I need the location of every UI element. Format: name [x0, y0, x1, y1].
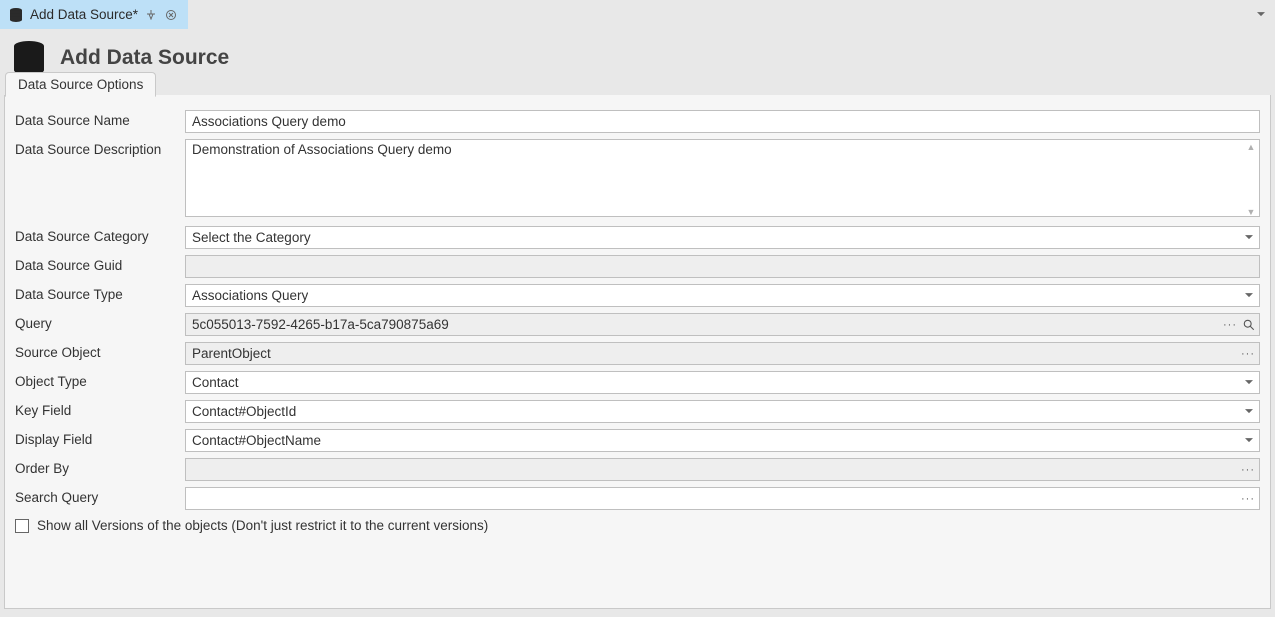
label-search-query: Search Query: [15, 487, 185, 505]
form-panel: Data Source Options Data Source Name Dat…: [4, 95, 1271, 609]
label-category: Data Source Category: [15, 226, 185, 244]
chevron-down-icon: [1243, 290, 1255, 302]
label-guid: Data Source Guid: [15, 255, 185, 273]
query-field[interactable]: 5c055013-7592-4265-b17a-5ca790875a69 ···: [185, 313, 1260, 336]
chevron-down-icon: [1243, 435, 1255, 447]
object-type-value: Contact: [192, 375, 239, 390]
chevron-down-icon: [1243, 377, 1255, 389]
query-value: 5c055013-7592-4265-b17a-5ca790875a69: [192, 317, 1223, 332]
pin-icon[interactable]: [144, 8, 158, 22]
page-title: Add Data Source: [60, 46, 229, 70]
label-type: Data Source Type: [15, 284, 185, 302]
name-input[interactable]: [185, 110, 1260, 133]
category-combo-value: Select the Category: [192, 230, 311, 245]
document-tab-title: Add Data Source*: [30, 7, 138, 22]
search-query-field[interactable]: ···: [185, 487, 1260, 510]
label-key-field: Key Field: [15, 400, 185, 418]
document-tab[interactable]: Add Data Source*: [0, 0, 188, 29]
key-field-value: Contact#ObjectId: [192, 404, 296, 419]
close-icon[interactable]: [164, 8, 178, 22]
display-field-combo[interactable]: Contact#ObjectName: [185, 429, 1260, 452]
form-tabbar: Data Source Options: [5, 68, 1270, 96]
ellipsis-icon[interactable]: ···: [1241, 493, 1255, 505]
ellipsis-icon[interactable]: ···: [1241, 464, 1255, 476]
guid-field: [185, 255, 1260, 278]
source-object-field[interactable]: ParentObject ···: [185, 342, 1260, 365]
label-order-by: Order By: [15, 458, 185, 476]
label-name: Data Source Name: [15, 110, 185, 128]
tab-data-source-options[interactable]: Data Source Options: [5, 72, 156, 97]
type-combo-value: Associations Query: [192, 288, 308, 303]
source-object-value: ParentObject: [192, 346, 1241, 361]
show-all-versions-checkbox[interactable]: [15, 519, 29, 533]
ellipsis-icon[interactable]: ···: [1241, 348, 1255, 360]
chevron-down-icon: [1243, 232, 1255, 244]
category-combo[interactable]: Select the Category: [185, 226, 1260, 249]
display-field-value: Contact#ObjectName: [192, 433, 321, 448]
description-textarea[interactable]: [185, 139, 1260, 217]
key-field-combo[interactable]: Contact#ObjectId: [185, 400, 1260, 423]
label-description: Data Source Description: [15, 139, 185, 157]
show-all-versions-label: Show all Versions of the objects (Don't …: [37, 518, 488, 533]
order-by-field[interactable]: ···: [185, 458, 1260, 481]
label-query: Query: [15, 313, 185, 331]
tabstrip-overflow-icon[interactable]: [1255, 9, 1267, 21]
database-icon: [8, 7, 24, 23]
label-display-field: Display Field: [15, 429, 185, 447]
document-tabstrip: Add Data Source*: [0, 0, 1275, 29]
type-combo[interactable]: Associations Query: [185, 284, 1260, 307]
ellipsis-icon[interactable]: ···: [1223, 319, 1237, 331]
label-object-type: Object Type: [15, 371, 185, 389]
chevron-down-icon: [1243, 406, 1255, 418]
label-source-object: Source Object: [15, 342, 185, 360]
search-icon[interactable]: [1243, 319, 1255, 331]
object-type-combo[interactable]: Contact: [185, 371, 1260, 394]
